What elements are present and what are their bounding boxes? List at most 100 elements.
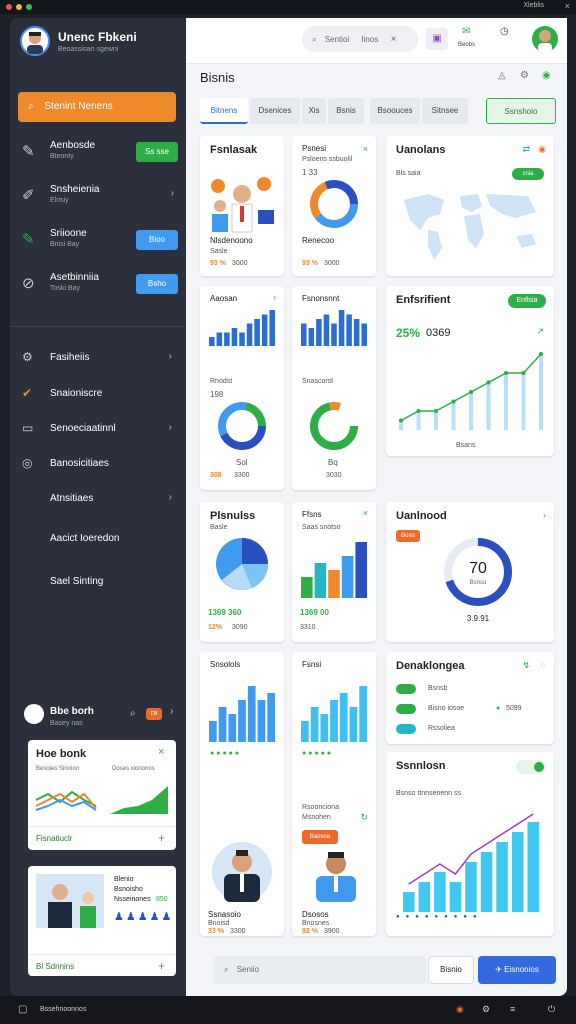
chevron-right-icon[interactable]: ›: [543, 510, 546, 520]
dots-legend: ●●●●●: [210, 750, 242, 757]
bar-chart: [209, 310, 275, 346]
nav-item-3[interactable]: ▭ Senoeciaatinnl ›: [20, 419, 176, 439]
refresh-icon[interactable]: ↻: [360, 812, 368, 823]
card-title: Ffsns: [302, 510, 322, 519]
user-icon[interactable]: ◬: [498, 70, 506, 81]
sidebar-card-sub: Bnisi Bay: [50, 241, 80, 248]
card-enfsrifient[interactable]: Enfsrifient Enflsia 25% 0369 ↗ Bsans: [386, 286, 554, 456]
nav-item-4[interactable]: ◎ Banosicitiaes: [20, 454, 176, 474]
nav-item-2[interactable]: ✔ Snaioniscre: [20, 384, 176, 404]
nav-label: Banosicitiaes: [50, 458, 109, 469]
chart-bar: [504, 373, 508, 430]
tab-3[interactable]: Xis: [302, 98, 326, 124]
close-icon[interactable]: ×: [158, 746, 164, 758]
share-icon[interactable]: ↯: [522, 660, 530, 671]
sidebar-card-1[interactable]: ✎ Aenbosde Bteonty Ss sse: [18, 138, 178, 172]
profile-row[interactable]: Bbe borh Basey nas ⌕ ra ›: [20, 696, 186, 744]
mini-card-2[interactable]: Blenio Bsnoisho Nsseinones 850 ♟♟♟♟♟ Bl …: [28, 866, 176, 976]
status-pill[interactable]: Ss sse: [136, 142, 178, 162]
card-ssnnlosn[interactable]: Ssnnlosn Bsnso ttnnsenenn ss ●●●●●●●●●: [386, 752, 554, 936]
card-psnesi[interactable]: Psnesi Psloens ssbuolil × 1 33 Renecoo 9…: [292, 136, 376, 276]
nav-item-1[interactable]: ⚙ Fasiheiis ›: [20, 348, 176, 368]
card-plsnulss[interactable]: Plsnulss Basle 1369 360 12% 3090: [200, 502, 284, 642]
chart-bar: [486, 382, 491, 430]
user-avatar[interactable]: [532, 26, 558, 52]
menu-icon[interactable]: ≡: [510, 1004, 515, 1014]
plus-icon[interactable]: +: [158, 959, 165, 973]
clear-icon[interactable]: ×: [391, 34, 397, 45]
card-denaklongea[interactable]: Denaklongea ↯ ◌ Bsnsb Bisno iosoe ● 5099…: [386, 652, 554, 744]
card-stat-2: 3300: [230, 928, 246, 935]
sidebar-card-4[interactable]: ⊘ Asetbinniia Toski Bay Bsho: [18, 270, 178, 304]
chart-bar: [228, 714, 237, 742]
notification-icon[interactable]: ◉: [456, 1004, 464, 1015]
card-aaosan[interactable]: Aaosan › Rnodst 198 Sol 308 3300: [200, 286, 284, 490]
chat-icon[interactable]: ✉: [462, 26, 470, 37]
tab-5[interactable]: Bsoouces: [370, 98, 420, 124]
sidebar-card-title: Asetbinniia: [50, 272, 99, 283]
chevron-right-icon[interactable]: ›: [170, 706, 173, 717]
primary-button[interactable]: ✈ Eisnonios: [478, 956, 556, 984]
close-icon[interactable]: ×: [363, 508, 368, 518]
action-pill[interactable]: Bsho: [136, 274, 178, 294]
secondary-button[interactable]: Bisnio: [428, 956, 474, 984]
card-fsnsi[interactable]: Fsnsi ●●●●● Rsoonciona Msnohen ↻ Baosoa …: [292, 652, 376, 936]
list-item[interactable]: Bsnsb: [428, 685, 447, 692]
calendar-icon[interactable]: ▣: [426, 28, 448, 50]
tab-action-button[interactable]: Ssnshoio: [486, 98, 556, 124]
status-badge[interactable]: Enflsia: [508, 294, 546, 308]
nav-label: Snaioniscre: [50, 388, 103, 399]
close-icon[interactable]: ×: [363, 144, 368, 154]
sidebar-card-3[interactable]: ✎ Sriioone Bnisi Bay Bioo: [18, 226, 178, 260]
settings-icon[interactable]: ⚙: [520, 70, 529, 81]
close-dot-icon[interactable]: [6, 4, 12, 10]
chevron-right-icon[interactable]: ›: [171, 188, 174, 199]
bottom-search-input[interactable]: ⌕ Seniio: [214, 956, 426, 984]
status-icon[interactable]: ◉: [542, 70, 551, 81]
close-icon[interactable]: ×: [565, 1, 570, 11]
card-title: Aaosan: [210, 294, 238, 303]
settings-icon[interactable]: ◌: [541, 660, 546, 670]
chart-bar: [480, 852, 493, 912]
card-snsolols[interactable]: Snsolols ●●●●● Ssnasoio Bnoisd 33 % 3300: [200, 652, 284, 936]
sidebar-search-button[interactable]: ⌕ Stenint Nenens: [18, 92, 176, 122]
mini-card-1[interactable]: Hoe bonk × Besoies Sinoion Doses xionono…: [28, 740, 176, 850]
mini-card-title: Hoe bonk: [36, 748, 87, 760]
sidebar-card-2[interactable]: ✐ Snsheienia Elrisiy ›: [18, 182, 178, 216]
tab-4[interactable]: Bsnis: [328, 98, 364, 124]
card-ffsns[interactable]: Ffsns × Saas snotso 1369 00 3310: [292, 502, 376, 642]
map-badge[interactable]: snia: [512, 168, 544, 180]
card-fsnlasak[interactable]: Fsnlasak Nlsdenoono Sasle 93 % 3000: [200, 136, 284, 276]
avatar[interactable]: [20, 26, 50, 56]
power-icon[interactable]: ⏻: [548, 1004, 555, 1015]
search-input[interactable]: ⌕ Sentioi Iinos ×: [302, 26, 418, 52]
maximize-dot-icon[interactable]: [26, 4, 32, 10]
chart-bar: [261, 314, 268, 346]
clock-icon[interactable]: ◷: [500, 26, 509, 37]
list-item[interactable]: Bisno iosoe: [428, 705, 464, 712]
tab-2[interactable]: Dsenices: [250, 98, 300, 124]
nav-item-6[interactable]: Aacict Ioeredon: [20, 529, 176, 549]
settings-icon[interactable]: ⚙: [482, 1004, 490, 1015]
card-uanolans[interactable]: Uanolans ⇄ ◉ Bls saia snia: [386, 136, 554, 276]
action-pill[interactable]: Bioo: [136, 230, 178, 250]
trend-icon[interactable]: ↗: [536, 326, 544, 337]
record-icon[interactable]: ◉: [538, 144, 546, 155]
minimize-dot-icon[interactable]: [16, 4, 22, 10]
card-uanlnood[interactable]: Uanlnood › Boso 70 Bsnso 3.9.91: [386, 502, 554, 642]
home-icon[interactable]: ▢: [18, 1004, 27, 1015]
tab-1[interactable]: Bitnens: [200, 98, 248, 124]
list-item[interactable]: Rssoliea: [428, 725, 455, 732]
card-stat-2: 3300: [234, 472, 250, 479]
search-icon[interactable]: ⌕: [130, 708, 136, 719]
chevron-right-icon[interactable]: ›: [273, 292, 276, 302]
nav-item-7[interactable]: Sael Sinting: [20, 572, 176, 592]
toggle-switch[interactable]: [516, 760, 546, 774]
notification-badge[interactable]: ra: [146, 708, 162, 720]
tab-6[interactable]: Sitnsee: [422, 98, 468, 124]
expand-icon[interactable]: ⇄: [522, 144, 530, 155]
plus-icon[interactable]: +: [158, 831, 165, 845]
card-fsnonsnnt[interactable]: Fsnonsnnt Snascorst Bq 3030: [292, 286, 376, 490]
nav-item-5[interactable]: Atnsitiaes ›: [20, 489, 176, 509]
status-badge[interactable]: Boso: [396, 530, 420, 542]
